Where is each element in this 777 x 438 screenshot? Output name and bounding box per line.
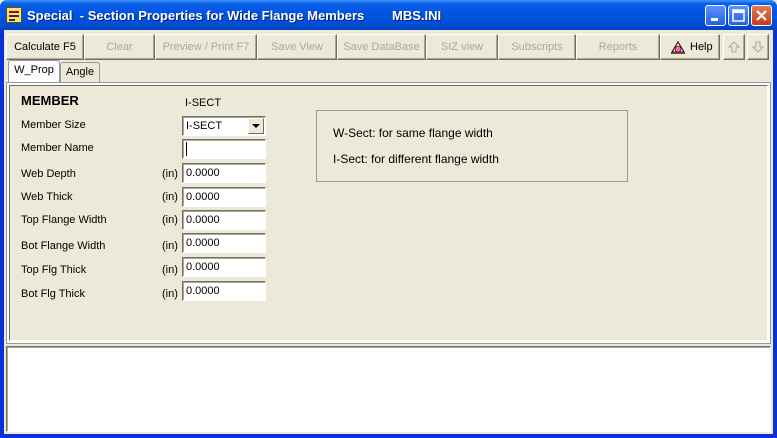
preview-print-button[interactable]: Preview / Print F7: [155, 34, 257, 60]
save-database-button[interactable]: Save DataBase: [337, 34, 426, 60]
member-form: MEMBER I-SECT Member Size I-SECT Member …: [9, 85, 768, 341]
member-size-label: Member Size: [21, 119, 86, 131]
minimize-button[interactable]: [705, 5, 726, 26]
scroll-down-button[interactable]: [747, 34, 769, 60]
help-icon: [671, 41, 685, 54]
arrow-up-icon: [728, 41, 740, 53]
client-area: Calculate F5 Clear Preview / Print F7 Sa…: [4, 30, 773, 434]
calculate-button[interactable]: Calculate F5: [6, 34, 84, 60]
bot-flg-thick-label: Bot Flg Thick: [21, 288, 85, 300]
help-button[interactable]: Help: [660, 34, 720, 60]
arrow-down-icon: [752, 41, 764, 53]
clear-button[interactable]: Clear: [84, 34, 155, 60]
section-type-label: I-SECT: [185, 97, 222, 109]
web-depth-input[interactable]: 0.0000: [182, 163, 266, 183]
toolbar: Calculate F5 Clear Preview / Print F7 Sa…: [4, 32, 773, 60]
bot-flange-width-label: Bot Flange Width: [21, 240, 106, 252]
member-heading: MEMBER: [21, 93, 79, 108]
maximize-icon: [732, 9, 745, 22]
save-view-button[interactable]: Save View: [257, 34, 337, 60]
web-depth-label: Web Depth: [21, 168, 76, 180]
bot-flange-width-input[interactable]: 0.0000: [182, 233, 266, 253]
member-name-input[interactable]: [182, 139, 266, 159]
chevron-down-icon[interactable]: [248, 118, 264, 134]
close-button[interactable]: [751, 5, 772, 26]
member-name-label: Member Name: [21, 142, 94, 154]
web-thick-input[interactable]: 0.0000: [182, 187, 266, 207]
app-window: Special - Section Properties for Wide Fl…: [0, 0, 777, 438]
close-icon: [756, 10, 767, 21]
window-file-name: MBS.INI: [392, 8, 442, 23]
subscripts-button[interactable]: Subscripts: [498, 34, 576, 60]
title-bar[interactable]: Special - Section Properties for Wide Fl…: [0, 0, 777, 30]
section-info-box: W-Sect: for same flange width I-Sect: fo…: [316, 110, 628, 182]
top-flg-thick-label: Top Flg Thick: [21, 264, 87, 276]
top-flange-width-unit: (in): [162, 214, 178, 226]
web-thick-label: Web Thick: [21, 191, 73, 203]
scroll-up-button[interactable]: [723, 34, 745, 60]
info-i-sect: I-Sect: for different flange width: [333, 152, 499, 166]
tab-angle[interactable]: Angle: [60, 62, 100, 82]
top-flange-width-label: Top Flange Width: [21, 214, 107, 226]
w-prop-panel: MEMBER I-SECT Member Size I-SECT Member …: [6, 82, 771, 344]
help-label: Help: [690, 41, 713, 53]
top-flg-thick-input[interactable]: 0.0000: [182, 257, 266, 277]
bot-flg-thick-unit: (in): [162, 288, 178, 300]
web-depth-unit: (in): [162, 168, 178, 180]
bot-flange-width-unit: (in): [162, 240, 178, 252]
siz-view-button[interactable]: SIZ view: [426, 34, 498, 60]
reports-button[interactable]: Reports: [576, 34, 660, 60]
member-size-select[interactable]: I-SECT: [182, 116, 266, 136]
tab-w-prop[interactable]: W_Prop: [8, 60, 60, 82]
top-flange-width-input[interactable]: 0.0000: [182, 210, 266, 230]
minimize-icon: [711, 18, 718, 21]
app-icon[interactable]: [6, 7, 22, 23]
maximize-button[interactable]: [728, 5, 749, 26]
bot-flg-thick-input[interactable]: 0.0000: [182, 281, 266, 301]
web-thick-unit: (in): [162, 191, 178, 203]
info-w-sect: W-Sect: for same flange width: [333, 126, 493, 140]
window-title: Special - Section Properties for Wide Fl…: [27, 8, 365, 23]
top-flg-thick-unit: (in): [162, 264, 178, 276]
member-size-value: I-SECT: [186, 120, 223, 132]
output-pane[interactable]: [6, 346, 771, 432]
